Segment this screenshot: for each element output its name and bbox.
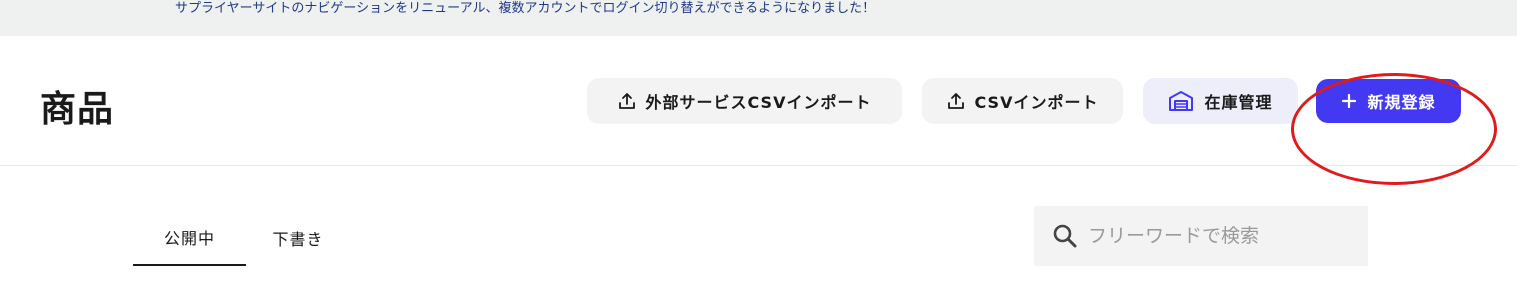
search-icon: [1052, 223, 1078, 249]
csv-import-label: CSVインポート: [974, 93, 1099, 112]
page-header: 商品 外部サービスCSVインポート CSVインポート 在庫管理 新規登録: [0, 36, 1517, 185]
tab-public-label: 公開中: [163, 229, 215, 248]
upload-icon: [618, 92, 636, 110]
external-csv-import-label: 外部サービスCSVインポート: [645, 93, 872, 112]
external-csv-import-button[interactable]: 外部サービスCSVインポート: [587, 78, 902, 124]
tab-draft-label: 下書き: [272, 230, 324, 249]
announcement-bar: サプライヤーサイトのナビゲーションをリニューアル、複数アカウントでログイン切り替…: [0, 0, 1517, 36]
warehouse-icon: [1168, 90, 1194, 112]
new-register-label: 新規登録: [1367, 93, 1436, 112]
page-title: 商品: [40, 89, 115, 130]
csv-import-button[interactable]: CSVインポート: [922, 78, 1123, 124]
new-register-button[interactable]: 新規登録: [1316, 79, 1461, 123]
search-box: [1034, 206, 1368, 266]
upload-icon: [947, 92, 965, 110]
tab-public[interactable]: 公開中: [133, 210, 246, 266]
announcement-text: サプライヤーサイトのナビゲーションをリニューアル、複数アカウントでログイン切り替…: [175, 1, 876, 16]
tab-draft[interactable]: 下書き: [258, 210, 338, 266]
inventory-button[interactable]: 在庫管理: [1143, 78, 1298, 124]
search-input[interactable]: [1088, 225, 1358, 247]
plus-icon: [1341, 93, 1357, 109]
inventory-label: 在庫管理: [1204, 93, 1273, 112]
